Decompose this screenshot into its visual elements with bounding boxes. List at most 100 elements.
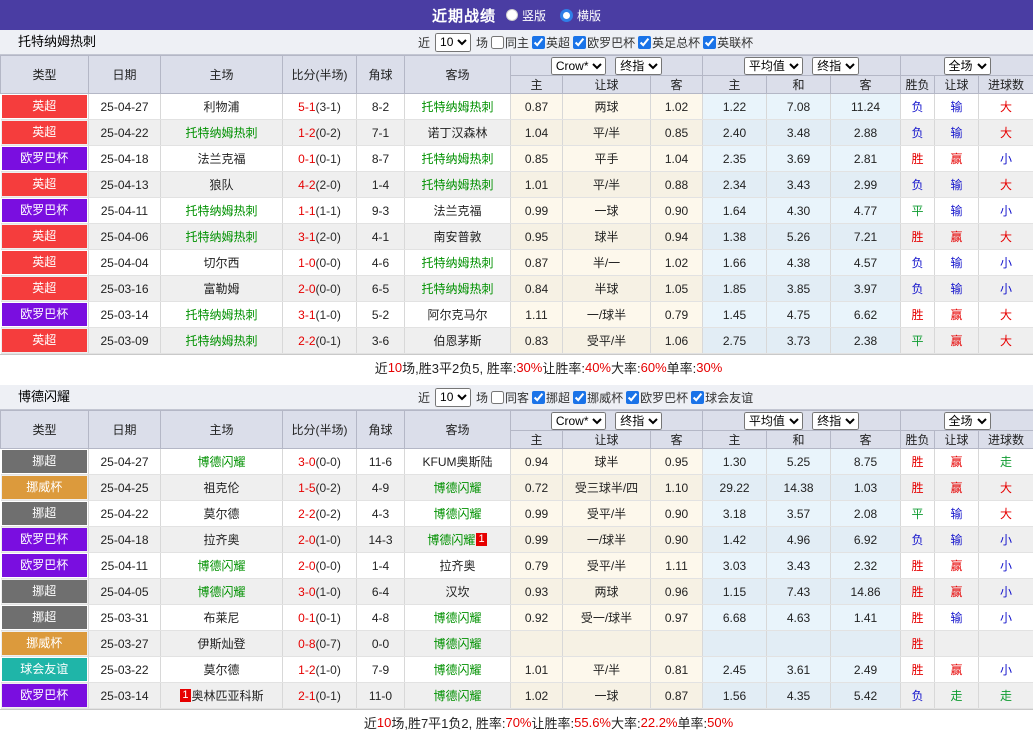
handicap-line: 受平/半	[563, 553, 651, 579]
match-count-select[interactable]: 10	[435, 33, 471, 52]
league-option[interactable]: 挪威杯	[573, 389, 623, 406]
away-team[interactable]: 博德闪耀	[405, 683, 511, 709]
final-odds-select-2[interactable]: 终指	[812, 57, 859, 75]
fulltime-select[interactable]: 全场	[944, 57, 991, 75]
home-team[interactable]: 博德闪耀	[161, 449, 283, 475]
league-checkbox[interactable]	[638, 36, 651, 49]
home-team[interactable]: 托特纳姆热刺	[161, 224, 283, 250]
home-team[interactable]: 博德闪耀	[161, 579, 283, 605]
home-team[interactable]: 利物浦	[161, 94, 283, 120]
away-team[interactable]: 法兰克福	[405, 198, 511, 224]
final-odds-select-2[interactable]: 终指	[812, 412, 859, 430]
league-option[interactable]: 球会友谊	[691, 389, 753, 406]
league-checkbox[interactable]	[691, 391, 704, 404]
home-team[interactable]: 切尔西	[161, 250, 283, 276]
away-team[interactable]: 托特纳姆热刺	[405, 94, 511, 120]
type-badge: 挪威杯	[2, 632, 88, 655]
league-checkbox[interactable]	[532, 391, 545, 404]
home-team[interactable]: 伊斯灿登	[161, 631, 283, 657]
avg-away-odds: 2.32	[831, 553, 901, 579]
league-option[interactable]: 英足总杯	[638, 34, 700, 51]
match-date: 25-04-22	[89, 501, 161, 527]
match-score: 2-0(0-0)	[283, 276, 357, 302]
radio-horizontal-layout[interactable]: 横版	[560, 7, 601, 24]
fulltime-select[interactable]: 全场	[944, 412, 991, 430]
away-team[interactable]: 博德闪耀1	[405, 527, 511, 553]
same-host-option[interactable]: 同主	[491, 34, 529, 51]
home-team[interactable]: 富勒姆	[161, 276, 283, 302]
handicap-line: 受三球半/四	[563, 475, 651, 501]
home-team[interactable]: 布莱尼	[161, 605, 283, 631]
away-team[interactable]: 托特纳姆热刺	[405, 146, 511, 172]
bookmaker-select[interactable]: Crow*	[551, 57, 606, 75]
handicap-line: 平/半	[563, 172, 651, 198]
league-option[interactable]: 欧罗巴杯	[626, 389, 688, 406]
league-checkbox[interactable]	[703, 36, 716, 49]
result-outcome: 负	[901, 120, 935, 146]
home-team[interactable]: 狼队	[161, 172, 283, 198]
away-team[interactable]: 南安普敦	[405, 224, 511, 250]
radio-vertical-icon[interactable]	[506, 9, 518, 21]
home-team[interactable]: 托特纳姆热刺	[161, 328, 283, 354]
away-team[interactable]: 博德闪耀	[405, 501, 511, 527]
home-team[interactable]: 莫尔德	[161, 657, 283, 683]
away-team[interactable]: 博德闪耀	[405, 605, 511, 631]
away-team[interactable]: 阿尔克马尔	[405, 302, 511, 328]
avg-draw-odds: 3.57	[767, 501, 831, 527]
home-team[interactable]: 拉齐奥	[161, 527, 283, 553]
result-handicap: 赢	[935, 224, 979, 250]
home-team[interactable]: 祖克伦	[161, 475, 283, 501]
radio-vertical-layout[interactable]: 竖版	[506, 7, 546, 24]
sub-away-odds: 客	[651, 76, 703, 94]
home-team[interactable]: 托特纳姆热刺	[161, 120, 283, 146]
fulltime-group-header: 全场	[901, 56, 1033, 76]
league-checkbox[interactable]	[626, 391, 639, 404]
sub-handicap: 让球	[563, 76, 651, 94]
league-option[interactable]: 挪超	[532, 389, 570, 406]
same-away-checkbox[interactable]	[491, 391, 504, 404]
result-outcome: 负	[901, 683, 935, 709]
final-odds-select[interactable]: 终指	[615, 57, 662, 75]
league-checkbox[interactable]	[573, 391, 586, 404]
bookmaker-select[interactable]: Crow*	[551, 412, 606, 430]
final-odds-select[interactable]: 终指	[615, 412, 662, 430]
away-team[interactable]: 拉齐奥	[405, 553, 511, 579]
away-team[interactable]: 托特纳姆热刺	[405, 172, 511, 198]
away-team[interactable]: 托特纳姆热刺	[405, 250, 511, 276]
away-team[interactable]: 诺丁汉森林	[405, 120, 511, 146]
handicap-line: 平手	[563, 146, 651, 172]
away-team[interactable]: 博德闪耀	[405, 475, 511, 501]
away-team[interactable]: 汉坎	[405, 579, 511, 605]
league-checkbox[interactable]	[573, 36, 586, 49]
match-count-select[interactable]: 10	[435, 388, 471, 407]
away-team[interactable]: 博德闪耀	[405, 631, 511, 657]
match-date: 25-04-27	[89, 449, 161, 475]
result-outcome: 平	[901, 501, 935, 527]
radio-horizontal-icon[interactable]	[560, 9, 573, 22]
home-team[interactable]: 托特纳姆热刺	[161, 302, 283, 328]
handicap-home-odds: 0.84	[511, 276, 563, 302]
same-away-option[interactable]: 同客	[491, 389, 529, 406]
team-filter-bar: 托特纳姆热刺 近 10 场 同主 英超 欧罗巴杯 英足总杯	[0, 30, 1033, 55]
match-score: 2-0(0-0)	[283, 553, 357, 579]
league-checkbox[interactable]	[532, 36, 545, 49]
league-option[interactable]: 欧罗巴杯	[573, 34, 635, 51]
home-team[interactable]: 莫尔德	[161, 501, 283, 527]
league-option[interactable]: 英超	[532, 34, 570, 51]
type-badge: 欧罗巴杯	[2, 147, 88, 170]
away-team[interactable]: 博德闪耀	[405, 657, 511, 683]
home-team[interactable]: 法兰克福	[161, 146, 283, 172]
average-select[interactable]: 平均值	[744, 57, 803, 75]
league-option[interactable]: 英联杯	[703, 34, 753, 51]
average-select[interactable]: 平均值	[744, 412, 803, 430]
home-team[interactable]: 博德闪耀	[161, 553, 283, 579]
handicap-line: 受平/半	[563, 328, 651, 354]
away-team[interactable]: 托特纳姆热刺	[405, 276, 511, 302]
away-team[interactable]: KFUM奥斯陆	[405, 449, 511, 475]
home-team[interactable]: 1奥林匹亚科斯	[161, 683, 283, 709]
away-team[interactable]: 伯恩茅斯	[405, 328, 511, 354]
home-team[interactable]: 托特纳姆热刺	[161, 198, 283, 224]
same-host-checkbox[interactable]	[491, 36, 504, 49]
handicap-group-header: Crow* 终指	[511, 411, 703, 431]
sub-goals-result: 进球数	[979, 76, 1033, 94]
